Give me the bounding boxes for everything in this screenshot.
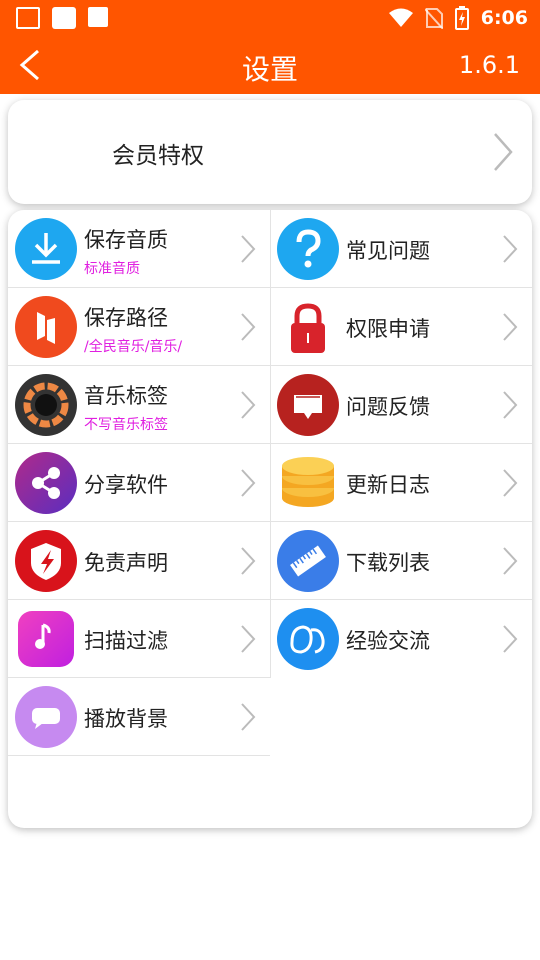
folder-path-icon — [15, 296, 77, 358]
play-background-item[interactable]: 播放背景 — [8, 678, 270, 756]
music-tag-label: 音乐标签 — [84, 384, 168, 408]
vip-privileges-item[interactable]: 会员特权 — [8, 100, 532, 204]
question-icon — [277, 218, 339, 280]
settings-grid: 保存音质 标准音质 保存路径 /全民音乐/音乐/ 音乐标签 不写音乐标签 分享软… — [8, 210, 532, 828]
chevron-right-icon — [503, 469, 518, 497]
chevron-right-icon — [241, 235, 256, 263]
battery-charging-icon — [454, 6, 469, 30]
chevron-right-icon — [494, 133, 513, 171]
chevron-right-icon — [503, 235, 518, 263]
download-list-item[interactable]: 下载列表 — [270, 522, 532, 600]
music-tag-item[interactable]: 音乐标签 不写音乐标签 — [8, 366, 270, 444]
status-time: 6:06 — [480, 7, 528, 29]
app-notification-icon-2 — [88, 7, 108, 27]
scan-filter-icon — [18, 611, 74, 667]
community-item[interactable]: 经验交流 — [270, 600, 532, 678]
version-label: 1.6.1 — [458, 51, 520, 79]
disclaimer-item[interactable]: 免责声明 — [8, 522, 270, 600]
vip-label: 会员特权 — [112, 143, 204, 169]
save-path-item[interactable]: 保存路径 /全民音乐/音乐/ — [8, 288, 270, 366]
scan-filter-item[interactable]: 扫描过滤 — [8, 600, 270, 678]
chevron-right-icon — [503, 625, 518, 653]
feedback-icon — [277, 374, 339, 436]
play-background-label: 播放背景 — [84, 707, 168, 731]
faq-item[interactable]: 常见问题 — [270, 210, 532, 288]
feedback-item[interactable]: 问题反馈 — [270, 366, 532, 444]
changelog-label: 更新日志 — [346, 473, 430, 497]
gallery-notification-icon — [16, 7, 40, 29]
shield-icon — [15, 530, 77, 592]
chat-bubble-icon — [15, 686, 77, 748]
ruler-icon — [277, 530, 339, 592]
chevron-right-icon — [241, 625, 256, 653]
feedback-label: 问题反馈 — [346, 395, 430, 419]
download-list-label: 下载列表 — [346, 551, 430, 575]
coin-stack-icon — [277, 452, 339, 514]
chevron-right-icon — [503, 313, 518, 341]
lock-icon — [277, 296, 339, 358]
chevron-right-icon — [241, 469, 256, 497]
app-notification-icon — [52, 7, 76, 29]
save-path-label: 保存路径 — [84, 306, 168, 330]
community-label: 经验交流 — [346, 629, 430, 653]
chevron-right-icon — [503, 547, 518, 575]
chevron-right-icon — [241, 547, 256, 575]
chevron-right-icon — [241, 703, 256, 731]
music-tag-value: 不写音乐标签 — [84, 417, 168, 433]
save-path-value: /全民音乐/音乐/ — [84, 339, 183, 355]
download-icon — [15, 218, 77, 280]
chevron-right-icon — [503, 391, 518, 419]
save-quality-value: 标准音质 — [84, 261, 140, 277]
share-icon — [15, 452, 77, 514]
save-quality-label: 保存音质 — [84, 228, 168, 252]
qq-icon — [277, 608, 339, 670]
status-bar: 6:06 — [0, 0, 540, 36]
share-app-label: 分享软件 — [84, 473, 168, 497]
disclaimer-label: 免责声明 — [84, 551, 168, 575]
chevron-right-icon — [241, 313, 256, 341]
app-bar: 设置 1.6.1 — [0, 36, 540, 94]
changelog-item[interactable]: 更新日志 — [270, 444, 532, 522]
chevron-right-icon — [241, 391, 256, 419]
wifi-icon — [388, 8, 413, 27]
save-quality-item[interactable]: 保存音质 标准音质 — [8, 210, 270, 288]
share-app-item[interactable]: 分享软件 — [8, 444, 270, 522]
scan-filter-label: 扫描过滤 — [84, 629, 168, 653]
faq-label: 常见问题 — [346, 239, 430, 263]
no-sim-icon — [424, 8, 443, 29]
permission-label: 权限申请 — [346, 317, 430, 341]
notification-icons — [16, 7, 108, 29]
music-tag-icon — [15, 374, 77, 436]
permission-item[interactable]: 权限申请 — [270, 288, 532, 366]
